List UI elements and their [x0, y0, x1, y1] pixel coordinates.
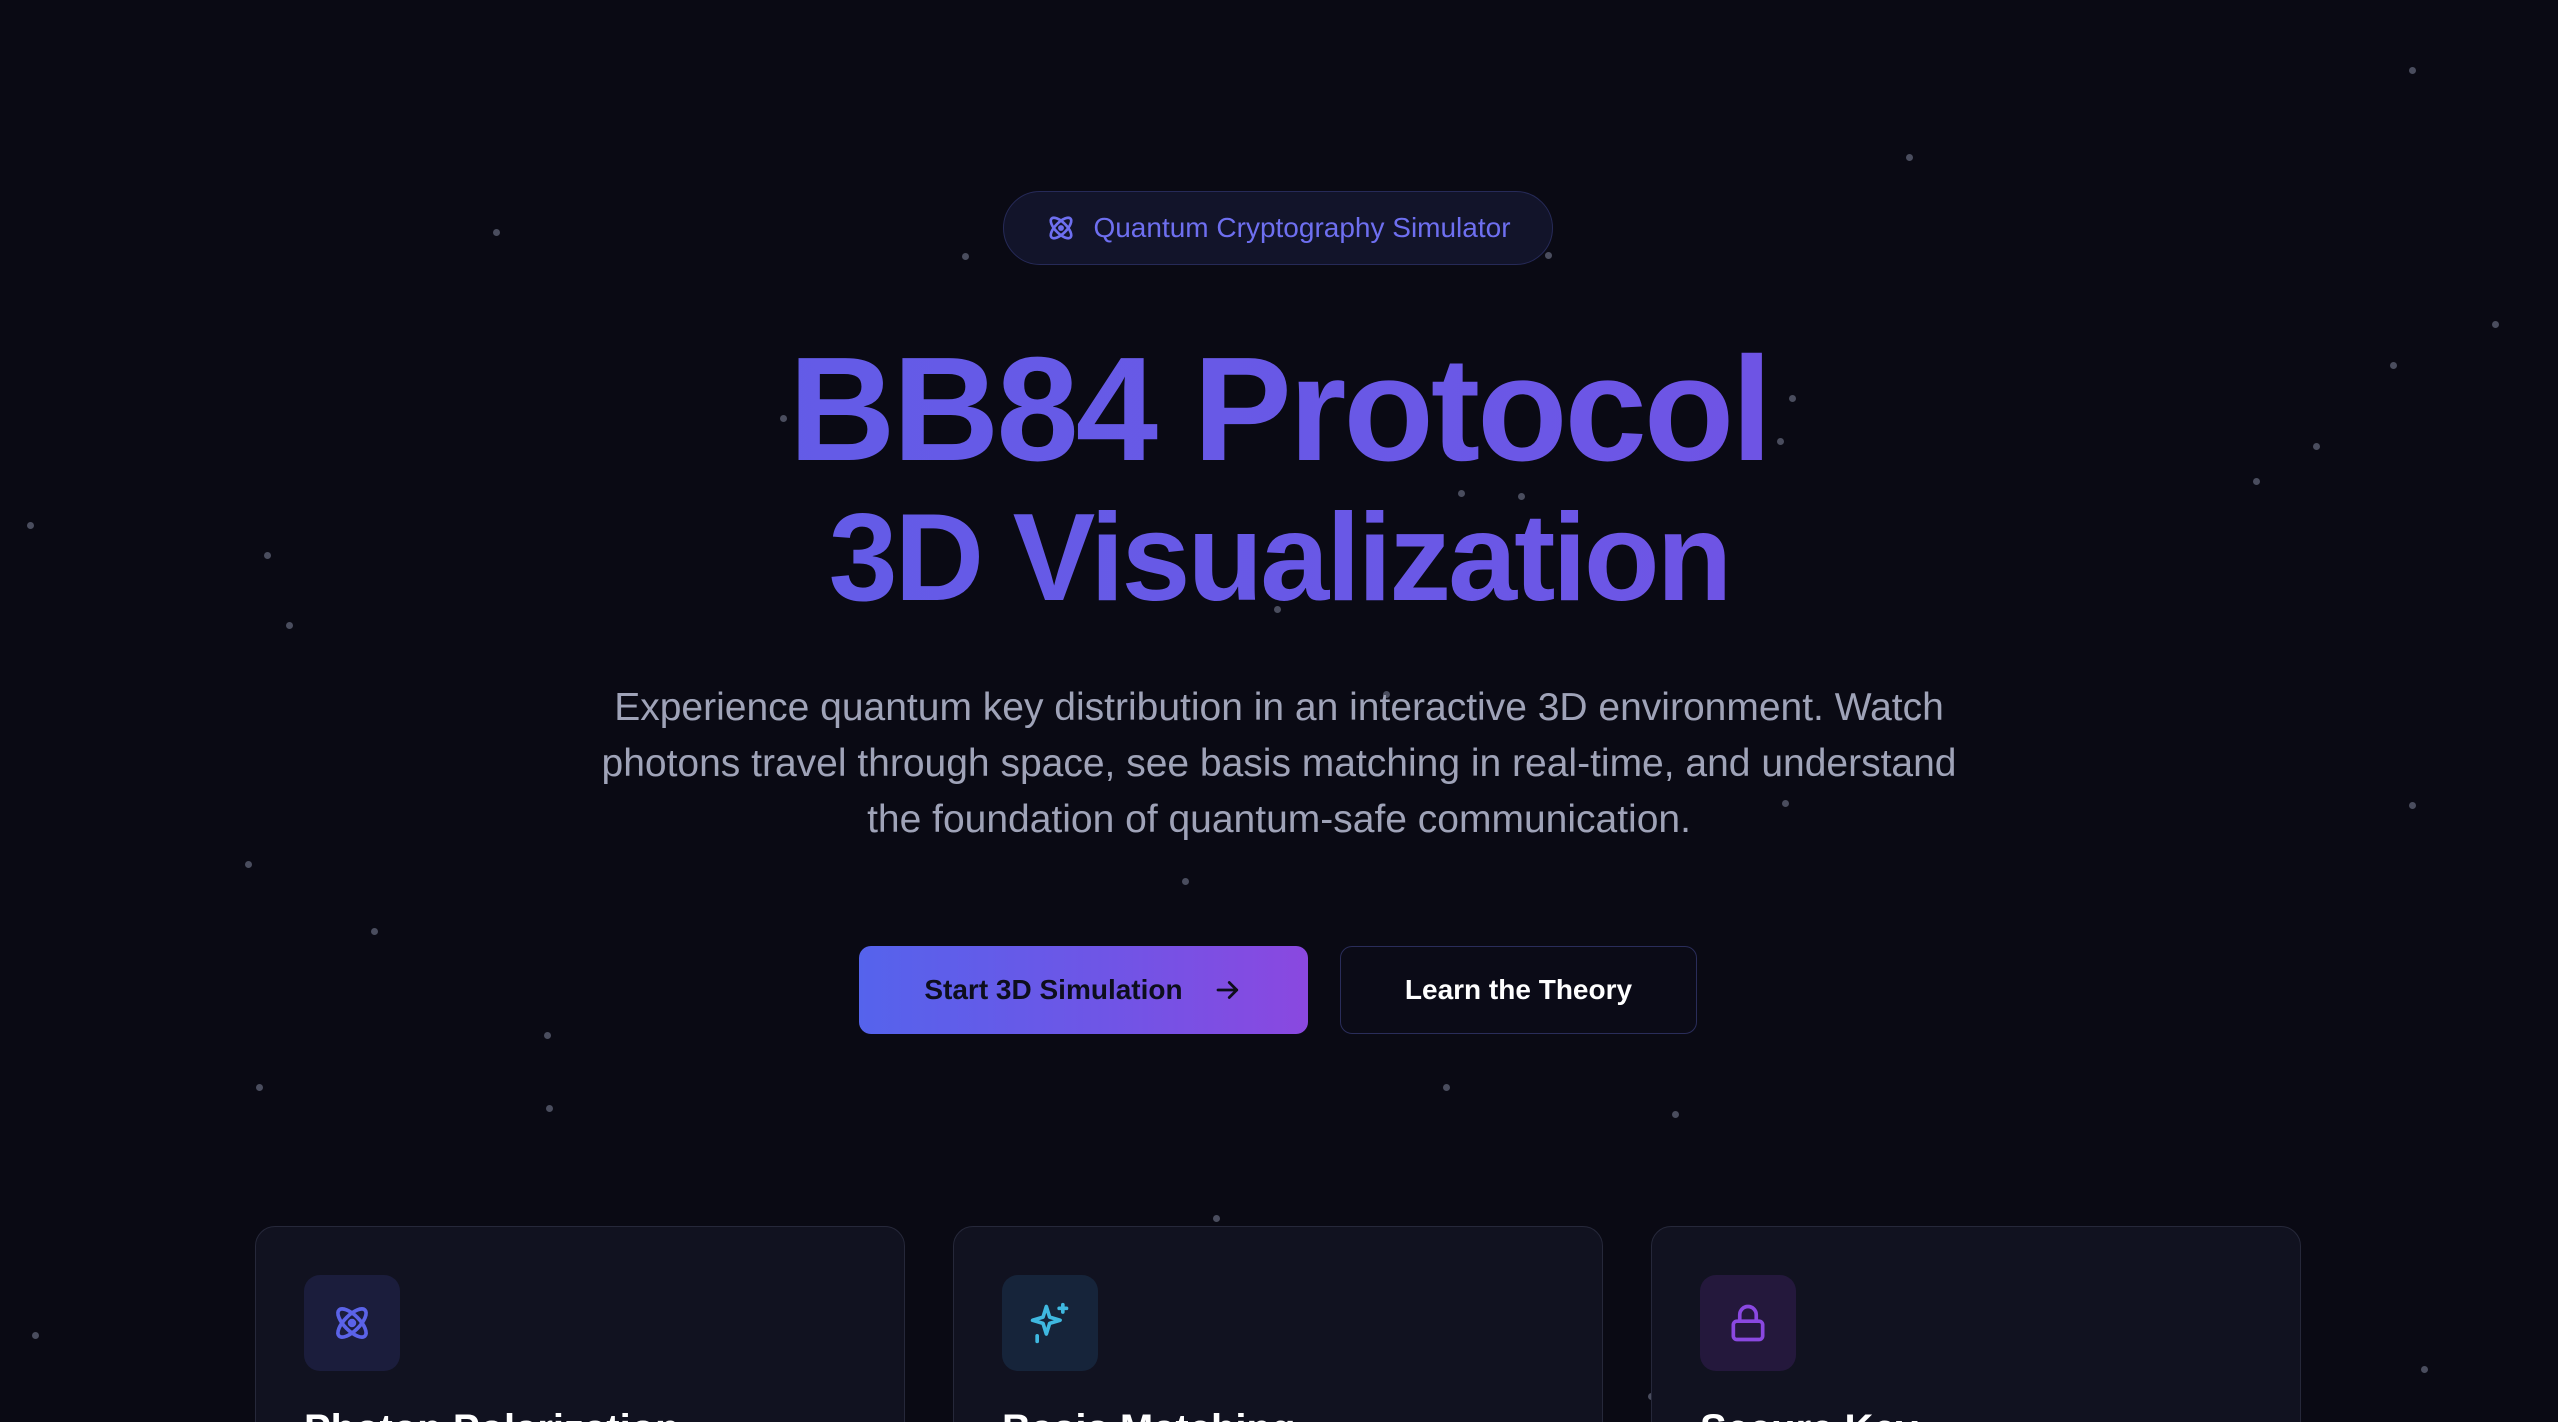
- star: [256, 1084, 263, 1091]
- start-simulation-button[interactable]: Start 3D Simulation: [859, 946, 1308, 1034]
- feature-card-photon-polarization[interactable]: Photon Polarization: [255, 1226, 905, 1422]
- feature-icon-container: [1700, 1275, 1796, 1371]
- learn-theory-label: Learn the Theory: [1404, 974, 1633, 1005]
- sparkles-icon: [1028, 1301, 1072, 1345]
- arrow-right-icon: [1213, 975, 1243, 1005]
- feature-title: Secure Key: [1700, 1407, 1918, 1422]
- hero-title: BB84 Protocol: [0, 325, 2558, 495]
- feature-icon-container: [304, 1275, 400, 1371]
- start-simulation-label: Start 3D Simulation: [924, 974, 1183, 1005]
- star: [1672, 1111, 1679, 1118]
- star: [1182, 878, 1189, 885]
- star: [544, 1032, 551, 1039]
- star: [245, 861, 252, 868]
- lock-icon: [1726, 1301, 1770, 1345]
- product-badge: Quantum Cryptography Simulator: [1003, 191, 1553, 265]
- star: [1545, 252, 1552, 259]
- star: [493, 229, 500, 236]
- star: [371, 928, 378, 935]
- atom-icon: [1045, 212, 1077, 244]
- feature-card-secure-key[interactable]: Secure Key: [1651, 1226, 2301, 1422]
- feature-title: Basis Matching: [1002, 1407, 1295, 1422]
- hero-description: Experience quantum key distribution in a…: [601, 686, 1957, 841]
- hero-subtitle-heading: 3D Visualization: [0, 488, 2558, 628]
- star: [32, 1332, 39, 1339]
- badge-label: Quantum Cryptography Simulator: [1093, 212, 1511, 243]
- star: [2409, 67, 2416, 74]
- star: [2409, 802, 2416, 809]
- landing-page: Quantum Cryptography Simulator BB84 Prot…: [0, 0, 2558, 1422]
- atom-icon: [330, 1301, 374, 1345]
- star: [1443, 1084, 1450, 1091]
- feature-card-basis-matching[interactable]: Basis Matching: [953, 1226, 1603, 1422]
- learn-theory-button[interactable]: Learn the Theory: [1340, 946, 1697, 1034]
- star: [2421, 1366, 2428, 1373]
- feature-title: Photon Polarization: [304, 1407, 680, 1422]
- feature-icon-container: [1002, 1275, 1098, 1371]
- star: [546, 1105, 553, 1112]
- star: [1213, 1215, 1220, 1222]
- star: [962, 253, 969, 260]
- star: [1906, 154, 1913, 161]
